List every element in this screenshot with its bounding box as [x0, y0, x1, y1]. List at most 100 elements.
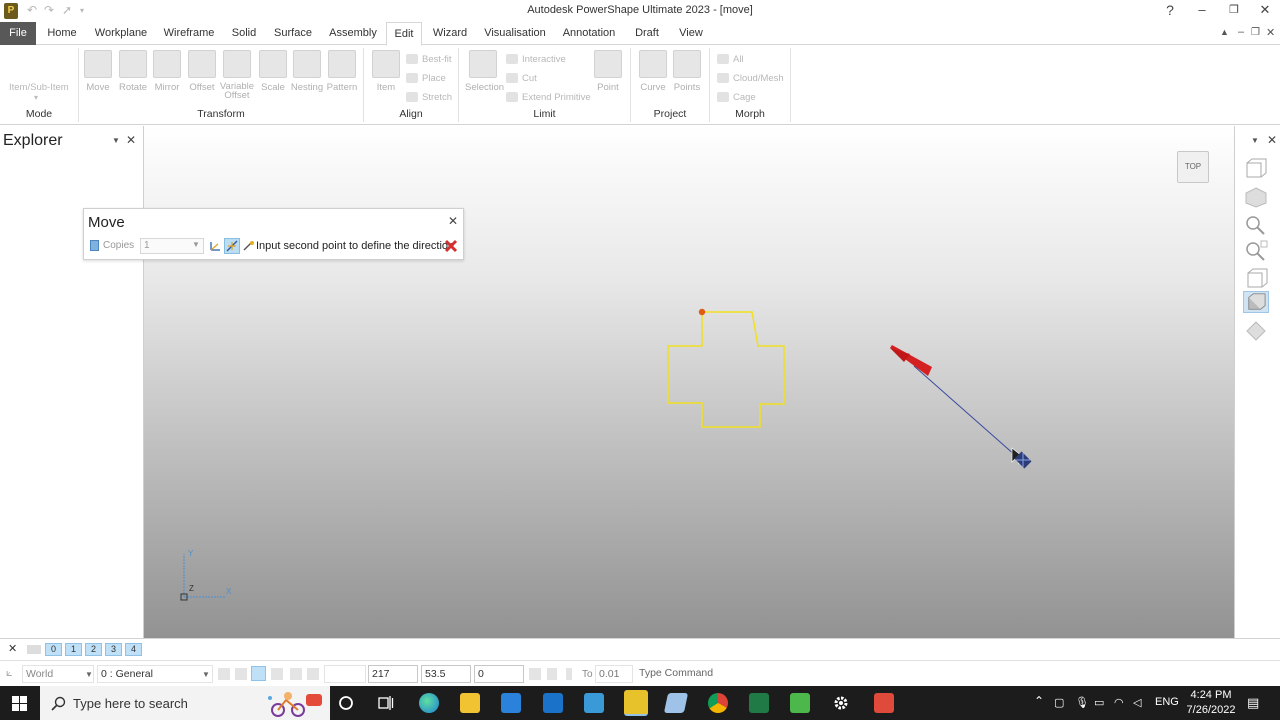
edge-browser-icon[interactable]: [419, 693, 439, 713]
help-icon[interactable]: ?: [1159, 2, 1181, 18]
position-tool-icon[interactable]: [242, 240, 255, 252]
tab-workplane[interactable]: Workplane: [94, 22, 148, 45]
powershape-taskbar-icon[interactable]: [624, 690, 648, 716]
tab-assembly[interactable]: Assembly: [327, 22, 379, 45]
workplane-dropdown-icon[interactable]: ▼: [85, 670, 93, 679]
align-item-button[interactable]: Item: [368, 50, 404, 93]
windows-start-icon[interactable]: [12, 696, 27, 711]
ribbon-collapse-icon[interactable]: ▲: [1220, 27, 1229, 37]
rotate-button[interactable]: Rotate: [115, 50, 151, 93]
interactive-button[interactable]: Interactive: [506, 54, 566, 65]
snap-icon[interactable]: [218, 668, 230, 680]
extend-primitive-button[interactable]: Extend Primitive: [506, 92, 591, 103]
view-toolbar-dropdown-icon[interactable]: ▼: [1251, 136, 1259, 145]
microsoft-store-icon[interactable]: [501, 693, 521, 713]
file-explorer-icon[interactable]: [460, 693, 480, 713]
variable-offset-button[interactable]: Variable Offset: [219, 50, 255, 100]
scale-button[interactable]: Scale: [255, 50, 291, 93]
morph-all-button[interactable]: All: [717, 54, 744, 65]
shaded-view-icon[interactable]: [1243, 186, 1269, 208]
tab-wireframe[interactable]: Wireframe: [163, 22, 215, 45]
level-button-1[interactable]: 1: [65, 643, 82, 656]
level-dropdown-icon[interactable]: ▼: [202, 670, 210, 679]
workplane-axis-icon[interactable]: [209, 240, 221, 252]
level-button-4[interactable]: 4: [125, 643, 142, 656]
relative-coord-icon[interactable]: [529, 668, 541, 680]
pick-point-button[interactable]: [224, 238, 240, 254]
doc-minimize-button[interactable]: –: [1238, 26, 1244, 38]
recorder-app-icon[interactable]: [874, 693, 894, 713]
command-input[interactable]: Type Command: [636, 665, 782, 683]
cut-button[interactable]: Cut: [506, 73, 537, 84]
close-button[interactable]: ✕: [1254, 2, 1276, 18]
copies-dropdown-icon[interactable]: ▼: [192, 240, 200, 249]
x-coordinate-field[interactable]: 217: [368, 665, 418, 683]
project-curve-button[interactable]: Curve: [635, 50, 671, 93]
mode-dropdown-icon[interactable]: ▾: [34, 93, 38, 102]
fit-view-icon[interactable]: [1243, 267, 1269, 289]
explorer-close-icon[interactable]: ✕: [126, 133, 136, 147]
remote-desktop-icon[interactable]: [584, 693, 604, 713]
minimize-button[interactable]: –: [1191, 2, 1213, 17]
view-toolbar-close-icon[interactable]: ✕: [1267, 133, 1277, 147]
place-button[interactable]: Place: [406, 73, 446, 84]
intelligent-cursor-icon[interactable]: [251, 666, 266, 681]
pin-icon[interactable]: [566, 668, 572, 680]
view-orientation-icon[interactable]: [1243, 320, 1269, 342]
y-coordinate-field[interactable]: 53.5: [421, 665, 471, 683]
mail-icon[interactable]: [543, 693, 563, 713]
graphics-viewport[interactable]: Y Z X TOP: [144, 126, 1234, 638]
calculator-icon[interactable]: [547, 668, 557, 680]
camtasia-icon[interactable]: [790, 693, 810, 713]
offset-button[interactable]: Offset: [184, 50, 220, 93]
move-button[interactable]: Move: [80, 50, 116, 93]
tab-view[interactable]: View: [677, 22, 705, 45]
mirror-button[interactable]: Mirror: [149, 50, 185, 93]
lock-icon[interactable]: [271, 668, 283, 680]
tab-file[interactable]: File: [0, 22, 36, 45]
stretch-button[interactable]: Stretch: [406, 92, 452, 103]
excel-icon[interactable]: [749, 693, 769, 713]
settings-gear-icon[interactable]: [832, 694, 850, 712]
wireframe-view-icon[interactable]: [1243, 158, 1269, 180]
limit-point-button[interactable]: Point: [590, 50, 626, 93]
workplane-select[interactable]: World: [22, 665, 94, 683]
doc-restore-button[interactable]: ❐: [1251, 27, 1260, 38]
move-dialog-close-icon[interactable]: ✕: [448, 214, 458, 228]
z-coordinate-field[interactable]: 0: [474, 665, 524, 683]
tab-annotation[interactable]: Annotation: [562, 22, 616, 45]
doc-close-button[interactable]: ✕: [1266, 26, 1275, 39]
view-cube-top[interactable]: TOP: [1177, 151, 1209, 183]
tray-device-icon[interactable]: ▢: [1054, 696, 1064, 709]
coord-blank-field[interactable]: [324, 665, 366, 683]
tolerance-field[interactable]: 0.01: [595, 665, 633, 683]
cloud-mesh-button[interactable]: Cloud/Mesh: [717, 73, 784, 84]
task-view-icon[interactable]: [378, 695, 394, 711]
limit-selection-button[interactable]: Selection: [465, 50, 504, 93]
tray-overflow-icon[interactable]: ⌃: [1034, 694, 1044, 708]
levels-close-icon[interactable]: ✕: [8, 642, 17, 655]
language-indicator[interactable]: ENG: [1155, 696, 1179, 708]
taskbar-clock-time[interactable]: 4:24 PM: [1190, 689, 1232, 701]
explorer-dropdown-icon[interactable]: ▼: [112, 136, 120, 145]
tab-draft[interactable]: Draft: [632, 22, 662, 45]
zoom-box-icon[interactable]: [1243, 240, 1269, 262]
tab-wizard[interactable]: Wizard: [432, 22, 468, 45]
level-select[interactable]: 0 : General: [97, 665, 213, 683]
tab-solid[interactable]: Solid: [229, 22, 259, 45]
taskbar-clock-date[interactable]: 7/26/2022: [1186, 704, 1236, 716]
grid-icon[interactable]: [307, 668, 319, 680]
battery-icon[interactable]: ▭: [1094, 696, 1104, 709]
level-button-3[interactable]: 3: [105, 643, 122, 656]
level-button-0[interactable]: 0: [45, 643, 62, 656]
levels-toggle-icon[interactable]: [27, 645, 41, 654]
taskbar-search-box[interactable]: Type here to search: [40, 686, 330, 720]
angle-icon[interactable]: [290, 668, 302, 680]
volume-icon[interactable]: ◁: [1133, 696, 1141, 709]
tab-edit[interactable]: Edit: [386, 22, 422, 46]
tab-home[interactable]: Home: [44, 22, 80, 45]
snap-grid-icon[interactable]: [235, 668, 247, 680]
notepad-icon[interactable]: [663, 693, 689, 713]
nesting-button[interactable]: Nesting: [289, 50, 325, 93]
level-button-2[interactable]: 2: [85, 643, 102, 656]
